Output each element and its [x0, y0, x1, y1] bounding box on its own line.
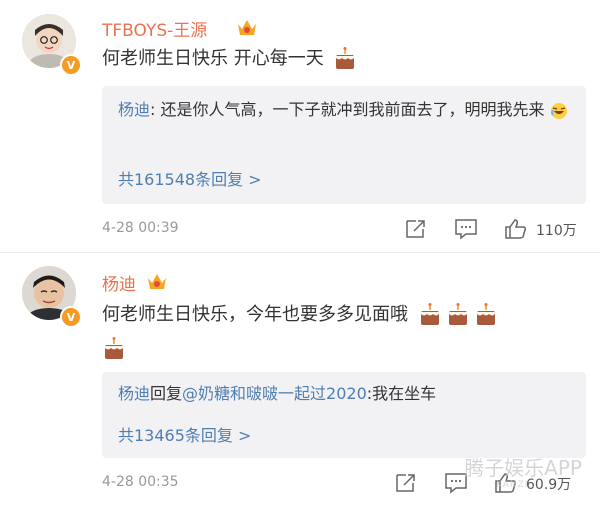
- comment-text: 何老师生日快乐 开心每一天: [102, 44, 582, 74]
- reply-author-link[interactable]: 杨迪: [118, 100, 150, 119]
- comment-text-content: 何老师生日快乐 开心每一天: [102, 48, 324, 69]
- reply-author-link[interactable]: 杨迪: [118, 384, 150, 403]
- reply-message: :我在坐车: [366, 384, 437, 403]
- reply-count-link[interactable]: 共161548条回复 >: [118, 166, 262, 190]
- reply-text: 杨迪回复@奶糖和啵啵一起过2020:我在坐车: [118, 380, 578, 408]
- reply-message: : 还是你人气高，一下子就冲到我前面去了，明明我先来: [150, 100, 545, 119]
- reply-box[interactable]: 杨迪回复@奶糖和啵啵一起过2020:我在坐车 共13465条回复 >: [102, 372, 586, 458]
- comment-text: 何老师生日快乐，今年也要多多见面哦: [102, 298, 582, 366]
- laugh-cry-emoji-icon: [550, 102, 567, 119]
- verified-badge-icon: V: [60, 306, 82, 328]
- reply-prefix: 回复: [150, 384, 183, 403]
- watermark-subtext: KANZI...: [495, 480, 540, 490]
- birthday-cake-icon: [105, 337, 123, 359]
- reply-count-link[interactable]: 共13465条回复 >: [118, 422, 251, 446]
- crown-icon: [238, 20, 256, 35]
- comment-text-content: 何老师生日快乐，今年也要多多见面哦: [102, 304, 408, 325]
- comment-time: 4-28 00:35: [102, 474, 179, 490]
- comment-username[interactable]: 杨迪: [102, 270, 136, 295]
- birthday-cake-icon: [336, 47, 355, 69]
- comment-username[interactable]: TFBOYS-王源: [102, 16, 207, 41]
- verified-badge-icon: V: [60, 54, 82, 76]
- birthday-cake-icon: [448, 303, 467, 325]
- comment-item: V TFBOYS-王源 何老师生日快乐 开心每一天 杨迪: 还是你人气高，一下子…: [0, 0, 600, 262]
- reply-text: 杨迪: 还是你人气高，一下子就冲到我前面去了，明明我先来: [118, 96, 578, 124]
- comment-time: 4-28 00:39: [102, 220, 179, 236]
- share-icon[interactable]: [394, 472, 418, 494]
- birthday-cake-icon: [420, 303, 439, 325]
- comment-icon[interactable]: [454, 218, 478, 240]
- reply-box[interactable]: 杨迪: 还是你人气高，一下子就冲到我前面去了，明明我先来 共161548条回复 …: [102, 86, 586, 204]
- birthday-cake-icon: [476, 303, 495, 325]
- divider: [0, 252, 600, 253]
- crown-icon: [148, 274, 166, 289]
- like-count: 110万: [536, 223, 577, 239]
- thumbs-up-icon[interactable]: [504, 218, 528, 240]
- share-icon[interactable]: [404, 218, 428, 240]
- mention-link[interactable]: @奶糖和啵啵一起过2020: [182, 384, 367, 403]
- watermark: 腾子娱乐APP: [464, 456, 582, 480]
